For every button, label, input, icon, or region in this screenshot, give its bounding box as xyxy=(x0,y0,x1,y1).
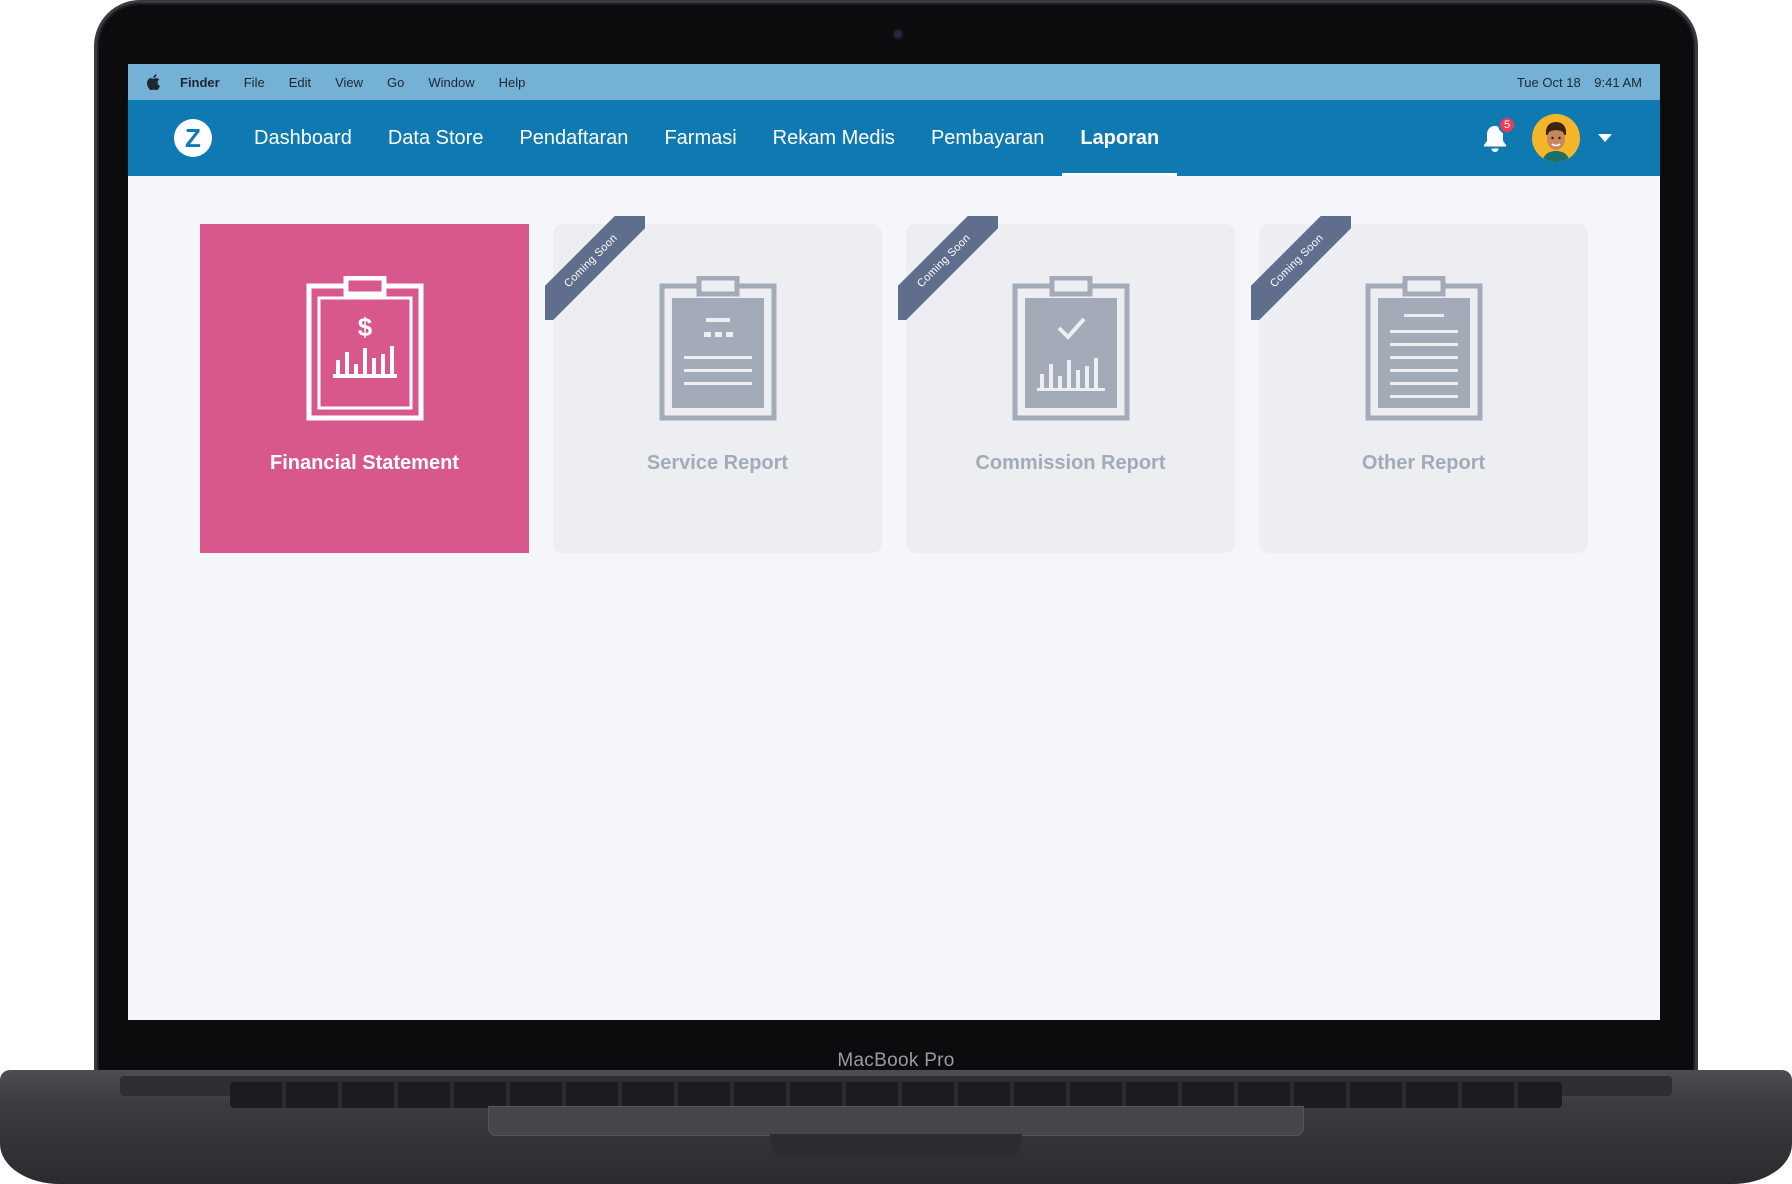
menu-view[interactable]: View xyxy=(335,75,363,90)
service-clipboard-icon xyxy=(658,276,778,422)
coming-soon-ribbon: Coming Soon xyxy=(898,216,998,320)
menu-help[interactable]: Help xyxy=(499,75,526,90)
apple-logo-icon[interactable] xyxy=(146,74,160,90)
menu-file[interactable]: File xyxy=(244,75,265,90)
nav-rekam-medis[interactable]: Rekam Medis xyxy=(755,100,913,176)
nav-laporan[interactable]: Laporan xyxy=(1062,100,1178,176)
webcam xyxy=(894,30,902,38)
clock-time: 9:41 AM xyxy=(1594,74,1642,90)
nav-data-store[interactable]: Data Store xyxy=(370,100,502,176)
user-avatar[interactable] xyxy=(1532,114,1580,162)
card-label: Commission Report xyxy=(975,452,1166,474)
menu-window[interactable]: Window xyxy=(428,75,474,90)
nav-pembayaran[interactable]: Pembayaran xyxy=(913,100,1062,176)
screen: Finder File Edit View Go Window Help Tue… xyxy=(128,64,1660,1020)
device-brand-label: MacBook Pro xyxy=(837,1050,955,1071)
card-label: Financial Statement xyxy=(270,452,459,474)
ribbon-text: Coming Soon xyxy=(1251,216,1351,320)
document-clipboard-icon xyxy=(1364,276,1484,422)
ribbon-text: Coming Soon xyxy=(898,216,998,320)
card-commission-report[interactable]: Coming Soon Commission Report xyxy=(898,216,1235,553)
laptop-front-lip xyxy=(488,1106,1304,1136)
nav-farmasi[interactable]: Farmasi xyxy=(646,100,754,176)
coming-soon-ribbon: Coming Soon xyxy=(545,216,645,320)
financial-clipboard-icon: $ xyxy=(305,276,425,422)
card-label: Service Report xyxy=(646,452,789,474)
svg-text:$: $ xyxy=(357,312,372,342)
user-menu-chevron-down-icon[interactable] xyxy=(1598,134,1612,142)
card-service-report[interactable]: Coming Soon Service Report xyxy=(545,216,882,553)
nav-pendaftaran[interactable]: Pendaftaran xyxy=(501,100,646,176)
card-other-report[interactable]: Coming Soon Other Report xyxy=(1251,216,1588,553)
ribbon-text: Coming Soon xyxy=(545,216,645,320)
menu-finder[interactable]: Finder xyxy=(180,75,220,90)
notification-bell-button[interactable]: 5 xyxy=(1480,116,1516,154)
macos-menubar: Finder File Edit View Go Window Help Tue… xyxy=(128,64,1660,100)
card-financial-statement[interactable]: $ Financial Statement xyxy=(200,224,529,553)
nav-dashboard[interactable]: Dashboard xyxy=(236,100,370,176)
commission-clipboard-icon xyxy=(1011,276,1131,422)
app-logo[interactable]: Z xyxy=(174,119,212,157)
coming-soon-ribbon: Coming Soon xyxy=(1251,216,1351,320)
app-navbar: Z Dashboard Data Store Pendaftaran Farma… xyxy=(128,100,1660,176)
clock-date: Tue Oct 18 xyxy=(1516,74,1581,90)
menu-go[interactable]: Go xyxy=(387,75,404,90)
navbar-user-area: 5 xyxy=(1480,100,1612,176)
menu-edit[interactable]: Edit xyxy=(289,75,311,90)
menubar-clock[interactable]: Tue Oct 18 9:41 AM xyxy=(1507,75,1642,90)
report-card-grid: $ Financial Statement Coming Soon Servic… xyxy=(200,216,1588,553)
notification-count-badge: 5 xyxy=(1498,116,1516,134)
keyboard-edge xyxy=(230,1082,1562,1108)
laptop-notch xyxy=(770,1134,1022,1158)
card-label: Other Report xyxy=(1361,452,1486,474)
